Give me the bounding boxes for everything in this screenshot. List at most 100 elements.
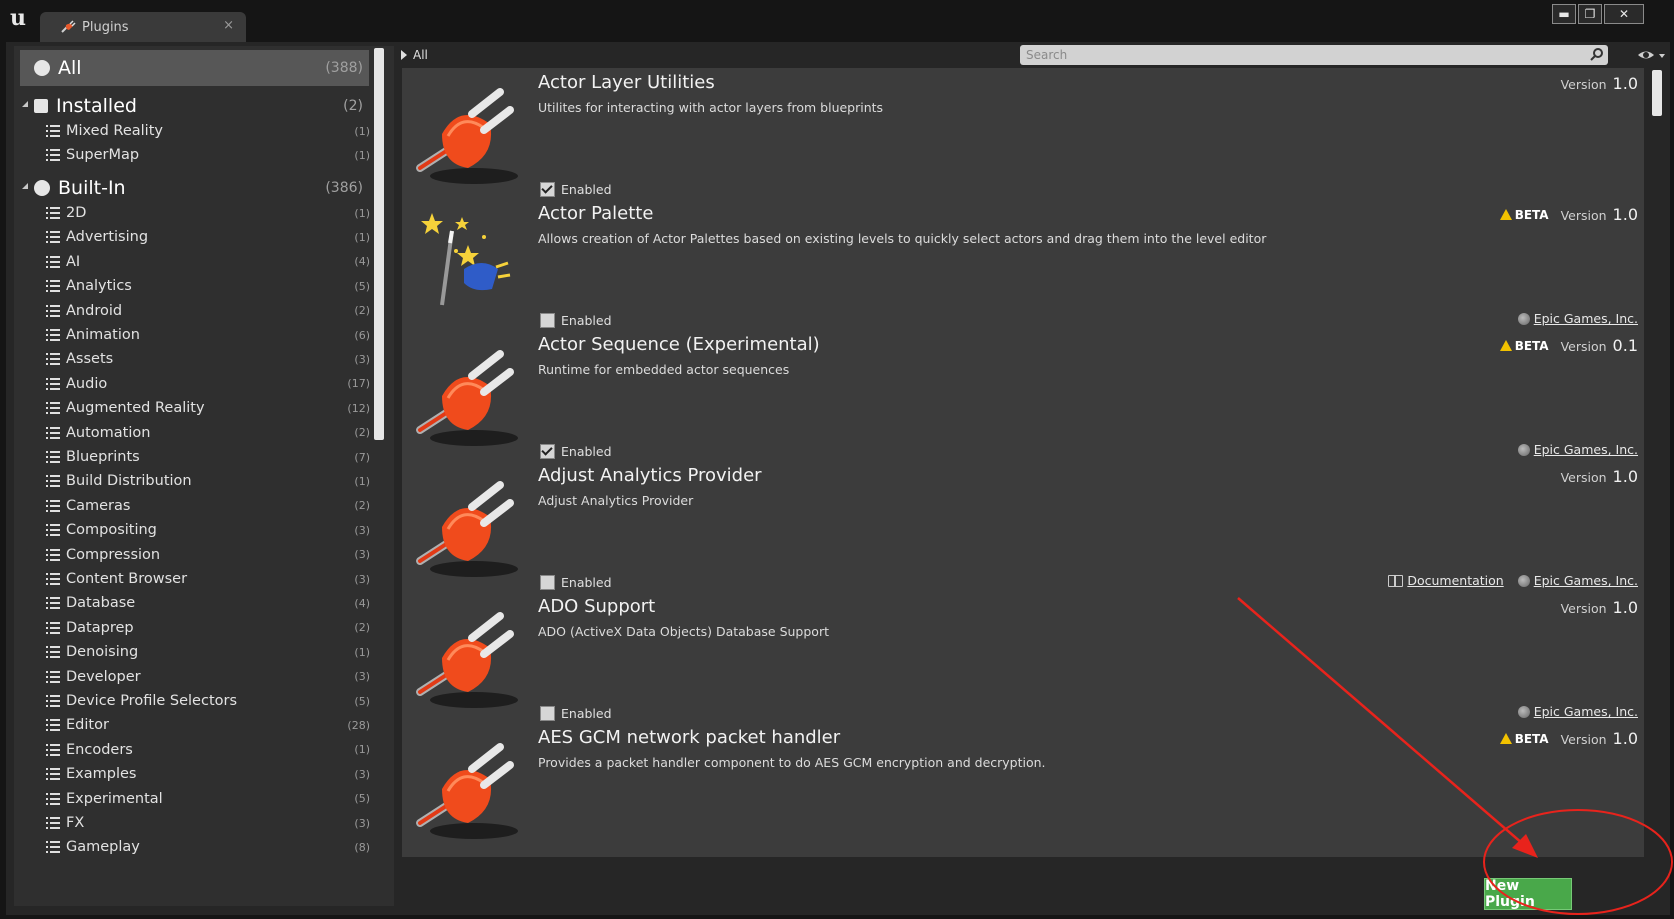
expand-arrow-icon[interactable] <box>22 183 28 189</box>
sidebar-item[interactable]: Advertising (1) <box>46 224 370 250</box>
checkbox-icon[interactable] <box>540 182 555 197</box>
sidebar-item[interactable]: Examples (3) <box>46 761 370 787</box>
list-icon <box>46 377 60 390</box>
sidebar-item[interactable]: Automation (2) <box>46 420 370 446</box>
list-icon <box>46 792 60 805</box>
enabled-checkbox[interactable]: Enabled <box>540 182 612 197</box>
plugin-card[interactable]: Actor Sequence (Experimental) Runtime for… <box>402 330 1644 464</box>
plug-icon <box>412 76 524 188</box>
plugin-list-scrollbar[interactable] <box>1652 70 1662 116</box>
sidebar-item[interactable]: Compositing (3) <box>46 517 370 543</box>
plugin-card[interactable]: Actor Layer Utilities Utilites for intera… <box>402 68 1644 202</box>
list-icon <box>46 548 60 561</box>
plugin-card[interactable]: Actor Palette Allows creation of Actor Pa… <box>402 199 1644 333</box>
sidebar-item-label: Database <box>66 595 136 612</box>
enabled-checkbox[interactable]: Enabled <box>540 706 612 721</box>
documentation-link[interactable]: Documentation <box>1388 573 1504 588</box>
sidebar-item[interactable]: Mixed Reality (1) <box>46 118 370 144</box>
sidebar-item[interactable]: 2D (1) <box>46 200 370 226</box>
plugin-version: BETA Version 0.1 <box>1499 336 1638 355</box>
vendor-link[interactable]: Epic Games, Inc. <box>1517 704 1638 719</box>
enabled-checkbox[interactable]: Enabled <box>540 575 612 590</box>
sidebar-item[interactable]: Editor (28) <box>46 712 370 738</box>
enabled-checkbox[interactable]: Enabled <box>540 313 612 328</box>
sidebar-item[interactable]: Database (4) <box>46 590 370 616</box>
new-plugin-button[interactable]: New Plugin <box>1484 878 1572 910</box>
sidebar-item[interactable]: Blueprints (7) <box>46 444 370 470</box>
tab-plugins[interactable]: Plugins × <box>40 12 246 42</box>
vendor-link[interactable]: Epic Games, Inc. <box>1517 311 1638 326</box>
expand-arrow-icon[interactable] <box>22 101 28 107</box>
sidebar-item[interactable]: Assets (3) <box>46 346 370 372</box>
sidebar-item[interactable]: SuperMap (1) <box>46 142 370 168</box>
search-input[interactable] <box>1026 46 1566 64</box>
list-icon <box>46 231 60 244</box>
sidebar-item-label: Automation <box>66 424 151 441</box>
view-options-eye-icon[interactable] <box>1636 47 1668 63</box>
sidebar-item-label: Build Distribution <box>66 473 192 490</box>
checkbox-icon[interactable] <box>540 313 555 328</box>
sidebar-item[interactable]: Augmented Reality (12) <box>46 395 370 421</box>
sidebar-item[interactable]: Compression (3) <box>46 542 370 568</box>
sidebar-item-count: (12) <box>347 401 370 415</box>
sidebar-item[interactable]: AI (4) <box>46 249 370 275</box>
sidebar-item[interactable]: Build Distribution (1) <box>46 468 370 494</box>
sidebar-item[interactable]: Developer (3) <box>46 664 370 690</box>
list-icon <box>46 329 60 341</box>
sidebar-item-label: Animation <box>66 327 140 343</box>
tab-close-icon[interactable]: × <box>223 18 234 33</box>
enabled-checkbox[interactable]: Enabled <box>540 444 612 459</box>
breadcrumb[interactable]: All <box>401 46 428 64</box>
sidebar-item[interactable]: Cameras (2) <box>46 493 370 519</box>
sidebar-item[interactable]: Denoising (1) <box>46 639 370 665</box>
sidebar-item-label: FX <box>66 815 85 831</box>
sidebar-item-label: Advertising <box>66 229 149 246</box>
search-icon[interactable] <box>1590 47 1604 61</box>
category-all[interactable]: All (388) <box>20 50 369 86</box>
sidebar-item[interactable]: FX (3) <box>46 810 370 836</box>
category-scrollbar[interactable] <box>374 48 384 440</box>
sidebar-item[interactable]: Encoders (1) <box>46 737 370 763</box>
sidebar-item[interactable]: Content Browser (3) <box>46 566 370 592</box>
plugin-card[interactable]: Adjust Analytics Provider Adjust Analytic… <box>402 461 1644 595</box>
beta-badge: BETA <box>1499 208 1549 222</box>
plugin-version: BETA Version 1.0 <box>1499 729 1638 748</box>
sidebar-item[interactable]: Animation (6) <box>46 322 370 348</box>
list-icon <box>46 207 60 219</box>
sidebar-item-label: Editor <box>66 717 109 734</box>
checkbox-icon[interactable] <box>540 706 555 721</box>
checkbox-icon[interactable] <box>540 444 555 459</box>
category-label: Installed <box>56 95 137 117</box>
sidebar-item[interactable]: Audio (17) <box>46 371 370 397</box>
sidebar-item[interactable]: Device Profile Selectors (5) <box>46 688 370 714</box>
sidebar-item[interactable]: Dataprep (2) <box>46 615 370 641</box>
search-box[interactable] <box>1020 45 1608 65</box>
maximize-button[interactable]: ❐ <box>1578 4 1602 24</box>
warning-icon <box>1499 733 1512 744</box>
checkbox-icon[interactable] <box>540 575 555 590</box>
sidebar-item[interactable]: Experimental (5) <box>46 786 370 812</box>
plugin-card[interactable]: AES GCM network packet handler Provides a… <box>402 723 1644 857</box>
sidebar-item-count: (3) <box>354 548 370 562</box>
version-label: Version <box>1560 339 1607 354</box>
list-icon <box>46 695 60 707</box>
vendor-link[interactable]: Epic Games, Inc. <box>1517 442 1638 457</box>
plugin-name: ADO Support <box>538 596 656 617</box>
sidebar-item-count: (3) <box>354 767 370 781</box>
plugin-card[interactable]: ADO Support ADO (ActiveX Data Objects) Da… <box>402 592 1644 726</box>
version-label: Version <box>1560 732 1607 747</box>
vendor-link[interactable]: Epic Games, Inc. <box>1517 573 1638 588</box>
warning-icon <box>1499 209 1512 220</box>
sidebar-item[interactable]: Analytics (5) <box>46 273 370 299</box>
minimize-button[interactable]: ▬ <box>1552 4 1576 24</box>
sidebar-item-label: Assets <box>66 351 114 368</box>
unreal-logo-icon: u <box>10 5 26 31</box>
version-number: 0.1 <box>1612 336 1638 355</box>
sidebar-item[interactable]: Gameplay (8) <box>46 834 370 860</box>
sidebar-item[interactable]: Android (2) <box>46 298 370 324</box>
beta-label: BETA <box>1514 338 1549 353</box>
sidebar-item-count: (2) <box>354 304 370 318</box>
close-button[interactable]: ✕ <box>1604 4 1644 24</box>
category-label: Built-In <box>58 177 126 199</box>
sidebar-item-label: Mixed Reality <box>66 123 163 139</box>
